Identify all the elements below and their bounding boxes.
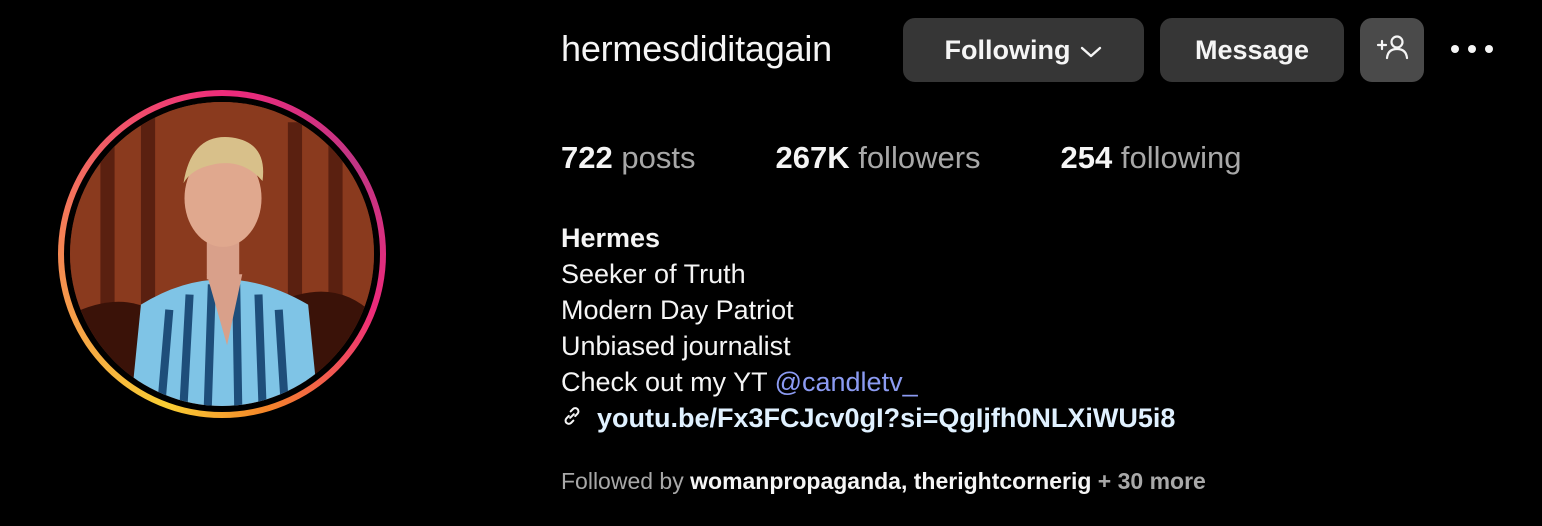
posts-label: posts — [621, 140, 696, 175]
more-options-icon — [1450, 41, 1494, 59]
stat-posts: 722 posts — [561, 140, 695, 176]
bio-line: Modern Day Patriot — [561, 295, 794, 325]
add-user-icon — [1375, 33, 1409, 68]
following-count[interactable]: 254 — [1061, 140, 1113, 175]
avatar[interactable] — [70, 102, 374, 406]
avatar-story-ring[interactable] — [58, 90, 386, 418]
bio-line: Unbiased journalist — [561, 331, 791, 361]
followed-by-account[interactable]: therightcornerig — [914, 468, 1092, 494]
external-link[interactable]: youtu.be/Fx3FCJcv0gI?si=QgIjfh0NLXiWU5i8 — [597, 400, 1175, 436]
stat-following[interactable]: 254 following — [1061, 140, 1242, 176]
bio-cta: Check out my YT @candletv_ — [561, 367, 918, 397]
followed-by-account[interactable]: womanpropaganda — [690, 468, 901, 494]
following-label[interactable]: following — [1121, 140, 1242, 175]
bio: Hermes Seeker of Truth Modern Day Patrio… — [561, 220, 1175, 436]
followed-by[interactable]: Followed by womanpropaganda, therightcor… — [561, 468, 1206, 495]
message-button[interactable]: Message — [1160, 18, 1344, 82]
bio-line: Seeker of Truth — [561, 259, 746, 289]
more-options-button[interactable] — [1446, 30, 1498, 70]
display-name: Hermes — [561, 223, 661, 253]
mention-link[interactable]: @candletv_ — [775, 367, 918, 397]
avatar-image — [70, 102, 374, 406]
chevron-down-icon — [1080, 35, 1102, 66]
external-link-row[interactable]: youtu.be/Fx3FCJcv0gI?si=QgIjfh0NLXiWU5i8 — [561, 400, 1175, 436]
suggested-users-button[interactable] — [1360, 18, 1424, 82]
profile-stats: 722 posts 267K followers 254 following — [561, 140, 1322, 176]
stat-followers[interactable]: 267K followers — [775, 140, 980, 176]
followers-count[interactable]: 267K — [775, 140, 849, 175]
posts-count: 722 — [561, 140, 613, 175]
username: hermesdiditagain — [561, 28, 832, 69]
following-button[interactable]: Following — [903, 18, 1144, 82]
message-button-label: Message — [1194, 34, 1310, 65]
followed-by-more[interactable]: + 30 more — [1091, 468, 1206, 494]
following-button-label: Following — [944, 34, 1071, 65]
link-icon — [561, 400, 583, 436]
followers-label[interactable]: followers — [858, 140, 980, 175]
